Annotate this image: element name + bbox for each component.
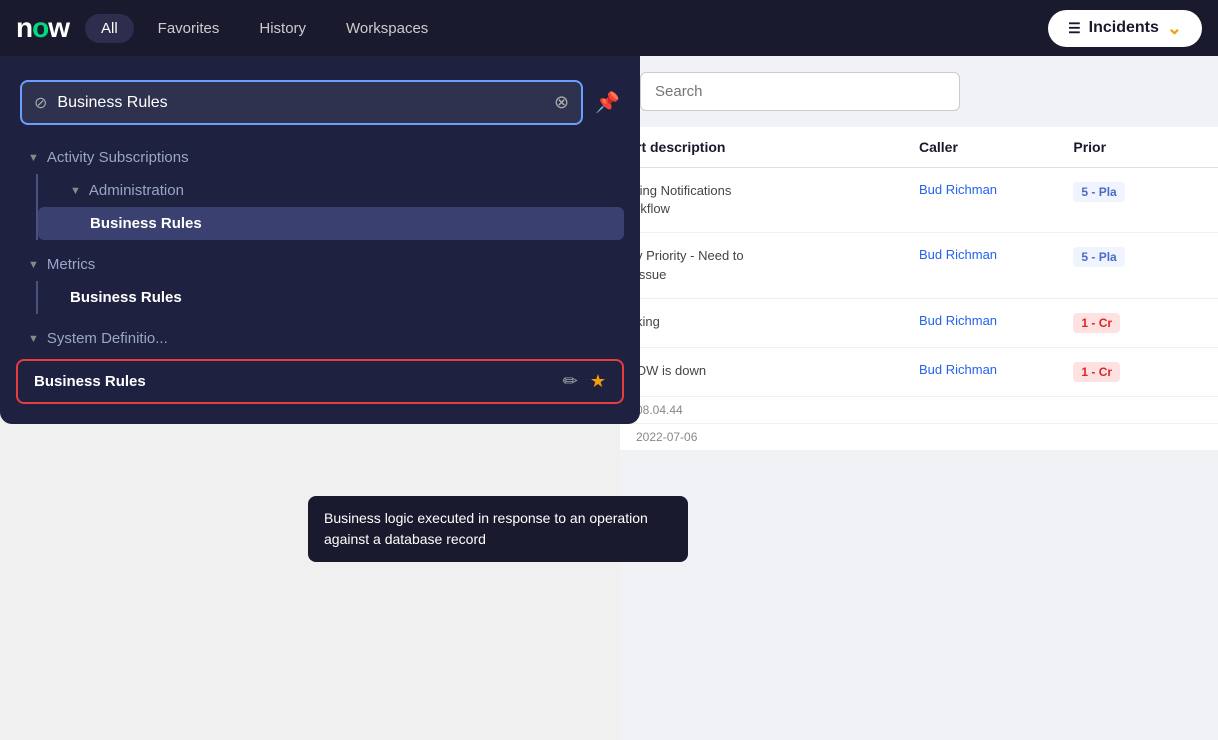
admin-content: ▼ Administration Business Rules <box>38 174 624 240</box>
col-header-description: rt description <box>636 139 919 155</box>
section-metrics[interactable]: ▼ Metrics <box>16 248 624 281</box>
row4-description: OW is down <box>636 362 919 380</box>
metrics-branch: Business Rules <box>16 281 624 314</box>
incidents-search-bar <box>620 56 1218 127</box>
search-input-wrapper[interactable]: ⊘ ⊗ <box>20 80 583 125</box>
system-def-label: System Definitio... <box>47 330 168 347</box>
incidents-area: rt description Caller Prior ting Notific… <box>620 56 1218 740</box>
last-item-icons: ✏ ★ <box>563 371 606 392</box>
priority-badge-critical: 1 - Cr <box>1073 362 1120 382</box>
chevron-down-icon: ⌄ <box>1167 18 1182 39</box>
nav-tab-all[interactable]: All <box>85 14 134 43</box>
menu-icon: ☰ <box>1068 20 1081 37</box>
admin-branch: ▼ Administration Business Rules <box>16 174 624 240</box>
section-administration[interactable]: ▼ Administration <box>38 174 624 207</box>
chevron-down-icon: ▼ <box>28 152 39 164</box>
row2-caller[interactable]: Bud Richman <box>919 247 1073 262</box>
section-activity-subscriptions[interactable]: ▼ Activity Subscriptions <box>16 141 624 174</box>
pin-icon[interactable]: 📌 <box>595 90 620 115</box>
priority-badge-critical: 1 - Cr <box>1073 313 1120 333</box>
col-header-priority: Prior <box>1073 139 1202 155</box>
tree-section: ▼ Activity Subscriptions ▼ Administratio… <box>0 141 640 355</box>
business-rules-admin-item[interactable]: Business Rules <box>38 207 624 240</box>
business-rules-last-item[interactable]: Business Rules ✏ ★ <box>16 359 624 404</box>
search-box-container: ⊘ ⊗ 📌 <box>0 56 640 141</box>
row2-priority: 5 - Pla <box>1073 247 1202 267</box>
incidents-table: rt description Caller Prior ting Notific… <box>620 127 1218 451</box>
business-rules-metrics-label: Business Rules <box>70 289 182 306</box>
filter-icon: ⊘ <box>34 93 47 113</box>
incidents-button[interactable]: ☰ Incidents ⌄ <box>1048 10 1202 47</box>
tooltip: Business logic executed in response to a… <box>308 496 688 562</box>
section-system-definition[interactable]: ▼ System Definitio... <box>16 322 624 355</box>
col-header-caller: Caller <box>919 139 1073 155</box>
incidents-search-input[interactable] <box>640 72 960 111</box>
row3-priority: 1 - Cr <box>1073 313 1202 333</box>
nav-tab-history[interactable]: History <box>243 14 322 43</box>
chevron-down-icon: ▼ <box>28 333 39 345</box>
incidents-label: Incidents <box>1089 19 1159 37</box>
table-header: rt description Caller Prior <box>620 127 1218 168</box>
row2-description: v Priority - Need toissue <box>636 247 919 283</box>
table-row[interactable]: v Priority - Need toissue Bud Richman 5 … <box>620 233 1218 298</box>
row3-description: king <box>636 313 919 331</box>
nav-tab-favorites[interactable]: Favorites <box>142 14 236 43</box>
admin-label: Administration <box>89 182 184 199</box>
table-row[interactable]: king Bud Richman 1 - Cr <box>620 299 1218 348</box>
nav-tab-workspaces[interactable]: Workspaces <box>330 14 444 43</box>
row4-priority: 1 - Cr <box>1073 362 1202 382</box>
row1-priority: 5 - Pla <box>1073 182 1202 202</box>
row1-description: ting Notificationsrkflow <box>636 182 919 218</box>
business-rules-metrics-item[interactable]: Business Rules <box>38 281 624 314</box>
priority-badge: 5 - Pla <box>1073 247 1124 267</box>
row3-caller[interactable]: Bud Richman <box>919 313 1073 328</box>
date-row-2: 2022-07-06 <box>620 424 1218 451</box>
search-input[interactable] <box>57 94 544 112</box>
clear-icon[interactable]: ⊗ <box>554 92 569 113</box>
table-row[interactable]: ting Notificationsrkflow Bud Richman 5 -… <box>620 168 1218 233</box>
tooltip-text: Business logic executed in response to a… <box>324 510 648 547</box>
dropdown-panel: ⊘ ⊗ 📌 ▼ Activity Subscriptions ▼ Adminis… <box>0 56 640 424</box>
last-item-label: Business Rules <box>34 373 146 390</box>
business-rules-label: Business Rules <box>90 215 202 232</box>
metrics-content: Business Rules <box>38 281 624 314</box>
navbar: now All Favorites History Workspaces ☰ I… <box>0 0 1218 56</box>
logo: now <box>16 12 69 44</box>
chevron-down-icon: ▼ <box>70 185 81 197</box>
priority-badge: 5 - Pla <box>1073 182 1124 202</box>
date-row-1: 08.04.44 <box>620 397 1218 424</box>
chevron-down-icon: ▼ <box>28 259 39 271</box>
row1-caller[interactable]: Bud Richman <box>919 182 1073 197</box>
star-icon[interactable]: ★ <box>590 371 606 392</box>
metrics-label: Metrics <box>47 256 95 273</box>
section-label: Activity Subscriptions <box>47 149 189 166</box>
edit-icon[interactable]: ✏ <box>563 371 578 392</box>
main-area: rt description Caller Prior ting Notific… <box>0 56 1218 740</box>
row4-caller[interactable]: Bud Richman <box>919 362 1073 377</box>
table-row[interactable]: OW is down Bud Richman 1 - Cr <box>620 348 1218 397</box>
